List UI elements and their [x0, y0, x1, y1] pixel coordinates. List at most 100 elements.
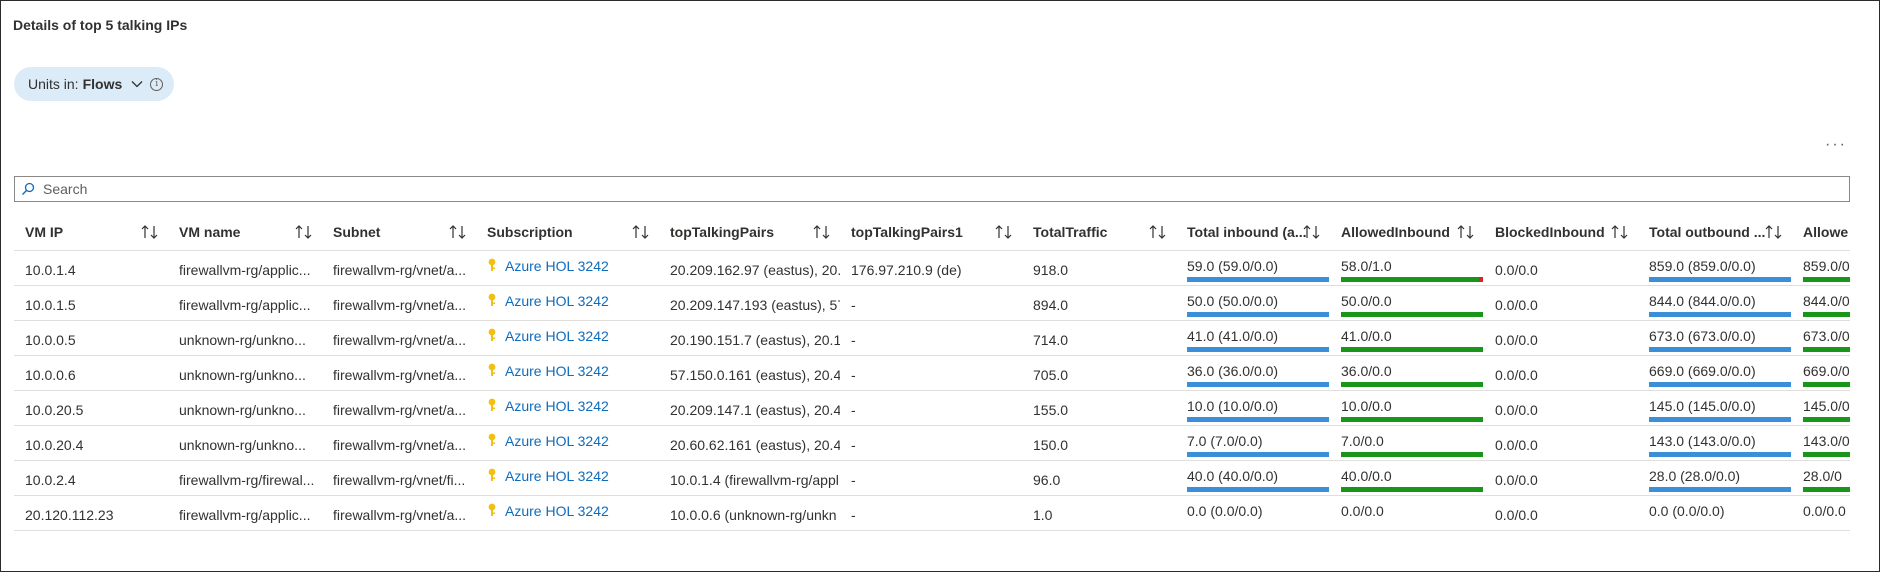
subscription-link[interactable]: Azure HOL 3242	[505, 503, 609, 519]
table-row[interactable]: 10.0.1.5 firewallvm-rg/applic... firewallv…	[14, 286, 1850, 321]
allowed-outbound-cell: 859.0/0	[1792, 251, 1850, 286]
blocked-inbound-cell: 0.0/0.0	[1495, 437, 1538, 453]
top-talking-pairs-cell: 57.150.0.161 (eastus), 20.42	[670, 367, 840, 383]
panel-title: Details of top 5 talking IPs	[13, 17, 188, 33]
results-grid[interactable]: VM IP VM name Subnet Subscription topTalking…	[14, 213, 1850, 533]
allowed-inbound-cell: 58.0/1.0	[1330, 251, 1484, 286]
sort-icon[interactable]	[140, 223, 160, 241]
vm-name-cell: firewallvm-rg/applic...	[179, 262, 311, 278]
sort-icon[interactable]	[1610, 223, 1630, 241]
sort-icon[interactable]	[448, 223, 468, 241]
more-options-icon[interactable]: ···	[1825, 136, 1847, 154]
total-inbound-cell-bar	[1187, 347, 1329, 352]
column-header[interactable]: topTalkingPairs	[659, 213, 840, 251]
subscription-cell: Azure HOL 3242	[476, 286, 659, 321]
search-box[interactable]	[14, 176, 1850, 202]
column-header[interactable]: TotalTraffic	[1022, 213, 1176, 251]
column-header[interactable]: BlockedInbound	[1484, 213, 1638, 251]
vm-name-cell: firewallvm-rg/applic...	[179, 297, 311, 313]
subscription-link[interactable]: Azure HOL 3242	[505, 468, 609, 484]
total-outbound-cell-bar	[1649, 312, 1791, 317]
subscription-cell: Azure HOL 3242	[476, 426, 659, 461]
subscription-link[interactable]: Azure HOL 3242	[505, 398, 609, 414]
total-outbound-cell-bar	[1649, 382, 1791, 387]
column-header[interactable]: Subnet	[322, 213, 476, 251]
total-inbound-cell-bar	[1187, 277, 1329, 282]
top-talking-pairs1-cell: -	[851, 507, 856, 523]
table-row[interactable]: 10.0.1.4 firewallvm-rg/applic... firewallv…	[14, 251, 1850, 286]
column-header-label: BlockedInbound	[1495, 223, 1605, 240]
allowed-outbound-cell-bar	[1803, 382, 1850, 387]
total-outbound-cell: 0.0 (0.0/0.0)	[1638, 496, 1792, 531]
column-header-label: Total inbound (a...	[1187, 223, 1307, 240]
subnet-cell: firewallvm-rg/vnet/a...	[333, 297, 467, 313]
search-input[interactable]	[41, 178, 1849, 200]
subscription-link[interactable]: Azure HOL 3242	[505, 328, 609, 344]
total-outbound-cell-bar	[1649, 347, 1791, 352]
total-inbound-cell: 7.0 (7.0/0.0)	[1176, 426, 1330, 461]
allowed-inbound-cell-bar	[1341, 417, 1483, 422]
top-talking-pairs-cell: 20.190.151.7 (eastus), 20.19	[670, 332, 840, 348]
key-icon	[487, 398, 497, 412]
column-header[interactable]: topTalkingPairs1	[840, 213, 1022, 251]
allowed-outbound-cell-bar	[1803, 277, 1850, 282]
sort-icon[interactable]	[1148, 223, 1168, 241]
column-header-label: VM name	[179, 223, 241, 240]
vm-ip-cell: 10.0.0.6	[25, 367, 76, 383]
allowed-inbound-cell-bar	[1341, 382, 1483, 387]
allowed-outbound-cell-bar	[1803, 347, 1850, 352]
vm-name-cell: unknown-rg/unkno...	[179, 367, 306, 383]
vm-ip-cell: 10.0.1.5	[25, 297, 76, 313]
total-outbound-cell: 28.0 (28.0/0.0)	[1638, 461, 1792, 496]
column-header[interactable]: VM name	[168, 213, 322, 251]
column-header[interactable]: Allowe	[1792, 213, 1850, 251]
sort-icon[interactable]	[812, 223, 832, 241]
total-outbound-cell: 145.0 (145.0/0.0)	[1638, 391, 1792, 426]
column-header-label: Subscription	[487, 223, 573, 240]
top-talking-pairs-cell: 20.209.162.97 (eastus), 20.4	[670, 262, 840, 278]
column-header[interactable]: Subscription	[476, 213, 659, 251]
total-outbound-cell-bar	[1649, 452, 1791, 457]
allowed-inbound-cell-bar	[1341, 277, 1483, 282]
top-talking-pairs-cell: 20.209.147.1 (eastus), 20.42	[670, 402, 840, 418]
sort-icon[interactable]	[1456, 223, 1476, 241]
column-header[interactable]: Total inbound (a...	[1176, 213, 1330, 251]
allowed-inbound-cell: 36.0/0.0	[1330, 356, 1484, 391]
column-header[interactable]: AllowedInbound	[1330, 213, 1484, 251]
vm-ip-cell: 10.0.0.5	[25, 332, 76, 348]
total-traffic-cell: 894.0	[1033, 297, 1069, 313]
info-icon[interactable]: i	[150, 77, 164, 91]
sort-icon[interactable]	[631, 223, 651, 241]
table-row[interactable]: 10.0.0.6 unknown-rg/unkno... firewallvm-rg…	[14, 356, 1850, 391]
sort-icon[interactable]	[1302, 223, 1322, 241]
column-header[interactable]: Total outbound ...	[1638, 213, 1792, 251]
total-traffic-cell: 705.0	[1033, 367, 1069, 383]
table-row[interactable]: 10.0.2.4 firewallvm-rg/firewal... firewall…	[14, 461, 1850, 496]
key-icon	[487, 433, 497, 447]
subscription-link[interactable]: Azure HOL 3242	[505, 293, 609, 309]
total-inbound-cell: 40.0 (40.0/0.0)	[1176, 461, 1330, 496]
sort-icon[interactable]	[1764, 223, 1784, 241]
allowed-outbound-cell: 28.0/0	[1792, 461, 1850, 496]
total-inbound-cell: 59.0 (59.0/0.0)	[1176, 251, 1330, 286]
top-talking-pairs-cell: 10.0.1.4 (firewallvm-rg/appl	[670, 472, 839, 488]
key-icon	[487, 468, 497, 482]
sort-icon[interactable]	[994, 223, 1014, 241]
allowed-inbound-cell-bar	[1341, 487, 1483, 492]
subscription-link[interactable]: Azure HOL 3242	[505, 433, 609, 449]
table-row[interactable]: 10.0.20.4 unknown-rg/unkno... firewallvm-r…	[14, 426, 1850, 461]
subnet-cell: firewallvm-rg/vnet/a...	[333, 437, 467, 453]
table-row[interactable]: 10.0.0.5 unknown-rg/unkno... firewallvm-rg…	[14, 321, 1850, 356]
sort-icon[interactable]	[294, 223, 314, 241]
column-header-label: Allowe	[1803, 223, 1849, 240]
subnet-cell: firewallvm-rg/vnet/fi...	[333, 472, 466, 488]
workbook-panel: Details of top 5 talking IPs Units in: F…	[0, 0, 1880, 572]
column-header[interactable]: VM IP	[14, 213, 168, 251]
subscription-link[interactable]: Azure HOL 3242	[505, 258, 609, 274]
total-traffic-cell: 155.0	[1033, 402, 1069, 418]
units-dropdown[interactable]: Units in: Flows i	[14, 67, 174, 101]
table-row[interactable]: 10.0.20.5 unknown-rg/unkno... firewallvm-r…	[14, 391, 1850, 426]
table-row[interactable]: 20.120.112.23 firewallvm-rg/applic... fire…	[14, 496, 1850, 531]
subscription-link[interactable]: Azure HOL 3242	[505, 363, 609, 379]
subscription-cell: Azure HOL 3242	[476, 321, 659, 356]
